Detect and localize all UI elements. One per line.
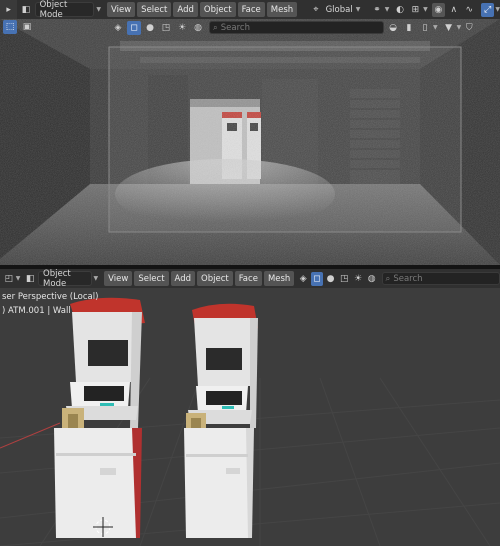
chevron-down-icon: ▼ [433, 24, 438, 31]
transform-orientation-icon: ⌖ [313, 4, 319, 15]
overlay-toggle-icon[interactable]: ◒ [386, 21, 400, 35]
object-type-visibility-icon[interactable]: ◈ [297, 272, 309, 286]
menu-object[interactable]: Object [197, 271, 233, 286]
search-icon: ⌕ [213, 22, 218, 33]
atm-left [54, 297, 145, 538]
select-box-icon[interactable]: ◻ [311, 271, 323, 286]
sphere-shading-icon[interactable]: ● [143, 21, 157, 35]
object-mode-label: Object Mode [39, 0, 68, 20]
chevron-down-icon: ▼ [456, 24, 462, 31]
x-axis-line [0, 422, 61, 449]
copy-icon[interactable]: ▯ [418, 21, 432, 35]
camera-icon[interactable]: ◳ [159, 21, 173, 35]
top-header: ▸ ◧ Object Mode ▼ View Select Add Object… [0, 0, 500, 20]
menu-select[interactable]: Select [137, 2, 172, 17]
shield-icon[interactable]: ⛉ [462, 21, 476, 35]
menu-view[interactable]: View [104, 271, 133, 286]
tool-settings-left: ⬚ ▣ [2, 20, 35, 34]
viewport-perspective-label: ser Perspective (Local) [2, 292, 99, 302]
snap-increment-icon[interactable]: ⊞ [409, 3, 422, 17]
search-icon: ⌕ [385, 273, 391, 284]
snap-icon[interactable]: ◐ [393, 3, 406, 17]
select-tool-icon[interactable]: ⬚ [3, 20, 17, 34]
menu-add[interactable]: Add [173, 2, 198, 17]
world-icon[interactable]: ◍ [366, 272, 378, 286]
chevron-down-icon: ▼ [355, 6, 361, 13]
menu-view[interactable]: View [107, 2, 136, 17]
active-object-label: ) ATM.001 | Wall [2, 306, 71, 316]
atm-right [184, 303, 258, 538]
object-mode-icon: ◧ [21, 4, 31, 15]
chevron-down-icon: ▼ [495, 6, 500, 13]
light-icon[interactable]: ☀ [175, 21, 189, 35]
chevron-down-icon: ▼ [96, 6, 101, 13]
bottom-header: ◰ ▼ ◧ Object Mode ▼ View Select Add Obje… [0, 268, 500, 289]
object-type-visibility-icon[interactable]: ◈ [111, 21, 125, 35]
menu-mesh[interactable]: Mesh [266, 2, 298, 17]
chevron-down-icon: ▼ [93, 275, 99, 282]
chevron-down-icon: ▼ [423, 6, 428, 13]
object-mode-icon: ◧ [25, 273, 35, 284]
rendered-scene [0, 19, 500, 265]
menu-select[interactable]: Select [134, 271, 169, 286]
bottom-viewport[interactable]: ser Perspective (Local) ) ATM.001 | Wall [0, 288, 500, 546]
chevron-down-icon: ▼ [384, 6, 390, 13]
camera-icon[interactable]: ◳ [338, 272, 350, 286]
outliner-search-field[interactable]: ⌕ Search [381, 272, 500, 285]
viewport-toolbar: ◈ ◻ ● ◳ ☀ ◍ ⌕ Search ◒ ▮ ▯ ▼ ▼ ▼ ⛉ [110, 20, 477, 35]
menu-face[interactable]: Face [237, 2, 265, 17]
transform-orientation-dropdown[interactable]: Global ▼ [326, 5, 361, 15]
outliner-search-field[interactable]: ⌕ Search [209, 21, 384, 34]
top-viewport[interactable]: ◈ ◻ ● ◳ ☀ ◍ ⌕ Search ◒ ▮ ▯ ▼ ▼ ▼ ⛉ ⬚ ▣ [0, 19, 500, 265]
overlay-icon[interactable]: ∿ [463, 3, 476, 17]
object-mode-label: Object Mode [43, 268, 71, 289]
proportional-editing-icon[interactable]: ◉ [431, 2, 446, 17]
bookmark-icon[interactable]: ▮ [402, 21, 416, 35]
transform-orientation-label: Global [325, 4, 353, 15]
sphere-shading-icon[interactable]: ● [325, 272, 337, 286]
select-box-icon[interactable]: ◻ [127, 20, 141, 35]
solid-scene [0, 297, 500, 546]
falloff-icon[interactable]: ∧ [447, 3, 460, 17]
search-placeholder: Search [393, 273, 423, 284]
gizmo-toggle-icon[interactable]: ⤢ [480, 2, 495, 17]
editor-type-button[interactable]: ▸ [0, 0, 18, 19]
menu-mesh[interactable]: Mesh [263, 271, 295, 286]
menu-object[interactable]: Object [199, 2, 236, 17]
chevron-down-icon: ▼ [15, 275, 21, 282]
menu-add[interactable]: Add [170, 271, 196, 286]
menu-face[interactable]: Face [234, 271, 262, 286]
light-icon[interactable]: ☀ [352, 272, 364, 286]
pivot-point-icon[interactable]: ⚭ [370, 3, 383, 17]
search-placeholder: Search [220, 22, 250, 33]
object-mode-dropdown[interactable]: Object Mode [38, 268, 92, 289]
editor-type-icon[interactable]: ◰ [3, 272, 15, 286]
object-mode-dropdown[interactable]: Object Mode [34, 0, 95, 20]
cursor-icon: ▸ [6, 4, 11, 15]
filter-icon[interactable]: ▼ [442, 21, 456, 35]
select-mode-icon[interactable]: ▣ [20, 20, 34, 34]
world-icon[interactable]: ◍ [191, 21, 205, 35]
